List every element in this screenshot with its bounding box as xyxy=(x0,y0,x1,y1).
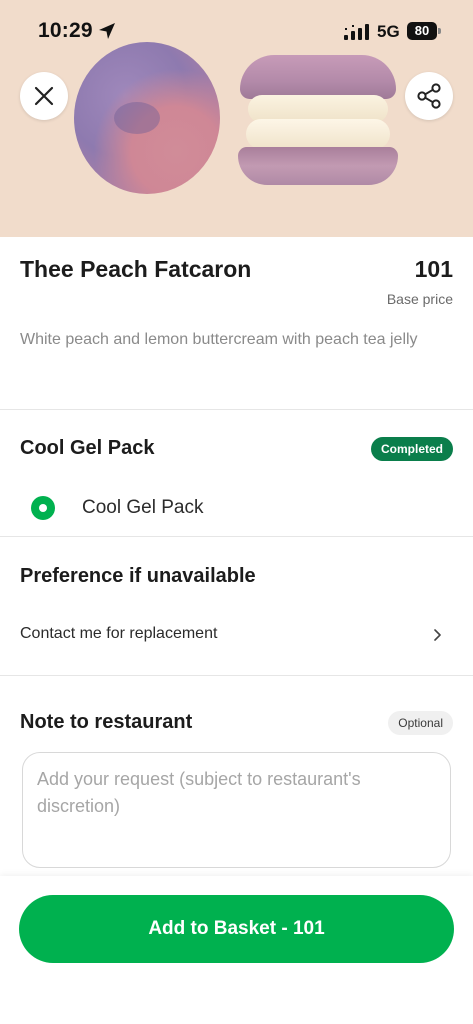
cool-gel-option-label[interactable]: Cool Gel Pack xyxy=(82,497,203,519)
macaron-top-view-image xyxy=(74,42,220,194)
optional-badge: Optional xyxy=(388,711,453,735)
preference-row[interactable]: Contact me for replacement xyxy=(0,610,473,660)
share-button[interactable] xyxy=(405,72,453,120)
close-icon xyxy=(34,86,54,106)
note-input[interactable] xyxy=(22,752,451,868)
divider xyxy=(0,536,473,537)
location-arrow-icon xyxy=(99,23,115,39)
radio-selected-dot xyxy=(39,504,47,512)
network-type: 5G xyxy=(377,22,400,41)
close-button[interactable] xyxy=(20,72,68,120)
status-time: 10:29 xyxy=(38,19,93,42)
divider xyxy=(0,409,473,410)
item-title: Thee Peach Fatcaron xyxy=(20,256,252,282)
preference-section-title: Preference if unavailable xyxy=(20,565,256,587)
price-caption: Base price xyxy=(386,291,453,307)
divider xyxy=(0,675,473,676)
cool-gel-radio[interactable] xyxy=(31,496,55,520)
item-price: 101 xyxy=(414,256,453,282)
add-to-basket-button[interactable]: Add to Basket - 101 xyxy=(19,895,454,963)
battery-level: 80 xyxy=(414,23,430,38)
cool-gel-section-title: Cool Gel Pack xyxy=(20,437,155,459)
share-icon xyxy=(417,83,441,109)
macaron-side-view-image xyxy=(238,55,398,187)
battery-icon: 80 xyxy=(407,22,441,40)
chevron-right-icon xyxy=(434,629,441,641)
completed-badge: Completed xyxy=(370,437,453,461)
note-section-title: Note to restaurant xyxy=(20,711,193,733)
status-bar: 10:29 5G 80 xyxy=(0,0,473,62)
add-to-basket-label: Add to Basket - 101 xyxy=(148,918,325,939)
preference-value: Contact me for replacement xyxy=(20,625,218,642)
item-description: White peach and lemon buttercream with p… xyxy=(20,331,418,348)
signal-icon xyxy=(344,24,369,40)
